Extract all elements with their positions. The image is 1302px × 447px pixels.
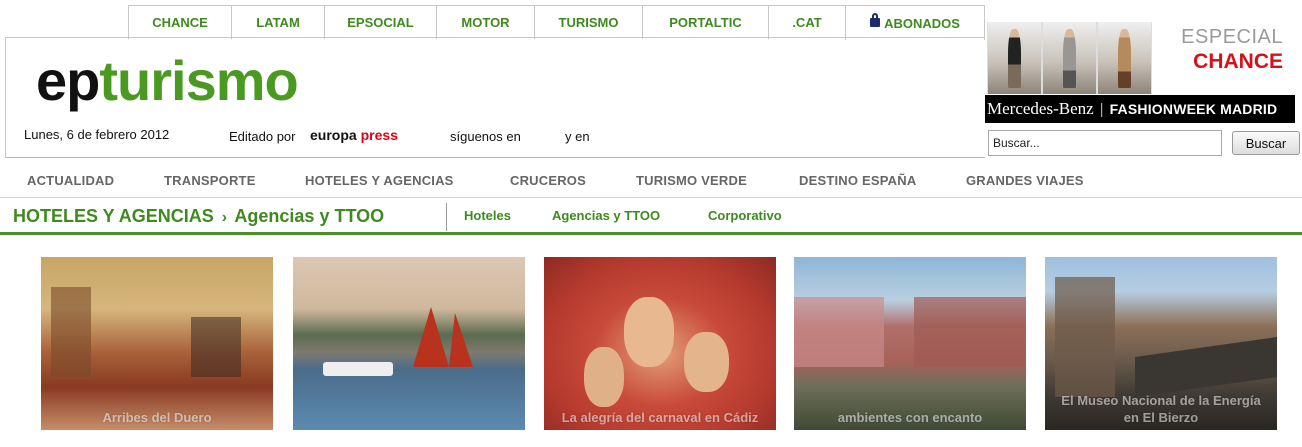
main-nav: ACTUALIDAD TRANSPORTE HOTELES Y AGENCIAS… <box>0 160 1302 198</box>
chevron-right-icon: › <box>221 209 228 226</box>
ad-especial: ESPECIAL <box>1181 26 1283 48</box>
thumbnail-ambientes[interactable]: ambientes con encanto <box>794 257 1026 430</box>
thumbnail-carnaval[interactable]: La alegría del carnaval en Cádiz <box>544 257 776 430</box>
brand-press: press <box>360 127 398 143</box>
divider <box>446 203 447 231</box>
search-input[interactable] <box>988 130 1222 156</box>
ad-separator: | <box>1099 100 1104 118</box>
nav-grandes-viajes[interactable]: GRANDES VIAJES <box>966 173 1084 188</box>
breadcrumb: HOTELES Y AGENCIAS › Agencias y TTOO <box>13 206 384 227</box>
building-shape <box>794 297 884 367</box>
nav-hoteles-agencias[interactable]: HOTELES Y AGENCIAS <box>305 173 454 188</box>
figure-shape <box>624 297 674 367</box>
tab-turismo[interactable]: TURISMO <box>534 6 642 39</box>
tab-chance[interactable]: CHANCE <box>128 6 231 39</box>
ad-event: FASHIONWEEK MADRID <box>1109 101 1278 117</box>
lock-icon <box>870 12 881 27</box>
ad-sponsor-strip: Mercedes-Benz | FASHIONWEEK MADRID <box>985 95 1295 123</box>
subnav-hoteles[interactable]: Hoteles <box>464 208 511 223</box>
nav-actualidad[interactable]: ACTUALIDAD <box>27 173 114 188</box>
thumbnail-hongkong[interactable] <box>293 257 525 430</box>
logo-turismo: turismo <box>99 49 298 112</box>
model-photo <box>1043 22 1096 94</box>
building-shape <box>914 297 1026 367</box>
site-logo[interactable]: epturismo <box>36 48 299 114</box>
figure-shape <box>684 332 729 392</box>
thumbnail-caption: La alegría del carnaval en Cádiz <box>561 410 759 425</box>
search-button[interactable]: Buscar <box>1232 131 1300 155</box>
tab-label: PORTALTIC <box>669 15 742 30</box>
tab-latam[interactable]: LATAM <box>231 6 324 39</box>
nav-transporte[interactable]: TRANSPORTE <box>164 173 256 188</box>
fireplace-shape <box>191 317 241 377</box>
tab-label: TURISMO <box>558 15 619 30</box>
ad-chance: CHANCE <box>1193 50 1283 73</box>
breadcrumb-current: Agencias y TTOO <box>234 206 385 226</box>
model-photo <box>1098 22 1151 94</box>
nav-destino-espana[interactable]: DESTINO ESPAÑA <box>799 173 916 188</box>
thumbnail-museo-energia[interactable]: El Museo Nacional de la Energía en El Bi… <box>1045 257 1277 430</box>
tab-label: EPSOCIAL <box>347 15 414 30</box>
ad-models-image <box>987 22 1152 94</box>
nav-cruceros[interactable]: CRUCEROS <box>510 173 586 188</box>
tab-label: CHANCE <box>152 15 208 30</box>
figure-shape <box>584 347 624 407</box>
and-in-label: y en <box>565 129 590 144</box>
ship-shape <box>323 362 393 376</box>
ad-sponsor: Mercedes-Benz <box>987 99 1094 118</box>
tab-cat[interactable]: .CAT <box>768 6 845 39</box>
thumbnail-caption: El Museo Nacional de la Energía en El Bi… <box>1061 393 1261 425</box>
building-shape <box>1055 277 1115 397</box>
model-photo <box>988 22 1041 94</box>
follow-us-label: síguenos en <box>450 129 521 144</box>
tab-label: LATAM <box>256 15 300 30</box>
current-date: Lunes, 6 de febrero 2012 <box>24 127 170 142</box>
breadcrumb-parent[interactable]: HOTELES Y AGENCIAS <box>13 206 214 226</box>
logo-ep: ep <box>36 49 100 112</box>
walkway-shape <box>1135 337 1277 397</box>
thumbnail-caption: ambientes con encanto <box>837 410 983 425</box>
edited-by-label: Editado por <box>229 129 296 144</box>
tab-abonados[interactable]: ABONADOS <box>845 6 985 40</box>
site-header: epturismo Lunes, 6 de febrero 2012 Edita… <box>5 37 985 158</box>
staircase-shape <box>51 287 91 377</box>
tab-epsocial[interactable]: EPSOCIAL <box>324 6 436 39</box>
subnav-agencias-ttoo[interactable]: Agencias y TTOO <box>552 208 660 223</box>
thumbnail-caption: Arribes del Duero <box>102 410 212 425</box>
thumbnail-arribes[interactable]: Arribes del Duero <box>41 257 273 430</box>
section-bar: HOTELES Y AGENCIAS › Agencias y TTOO Hot… <box>0 199 1302 235</box>
ad-banner-fashionweek[interactable]: ESPECIAL CHANCE Mercedes-Benz | FASHIONW… <box>985 20 1295 125</box>
junk-sail-shape <box>413 307 473 367</box>
tab-label: ABONADOS <box>884 15 960 31</box>
tab-label: MOTOR <box>461 15 510 30</box>
nav-turismo-verde[interactable]: TURISMO VERDE <box>636 173 747 188</box>
subnav-corporativo[interactable]: Corporativo <box>708 208 782 223</box>
top-section-tabs: CHANCE LATAM EPSOCIAL MOTOR TURISMO PORT… <box>128 5 985 40</box>
europapress-link[interactable]: europa press <box>310 127 398 143</box>
tab-label: .CAT <box>792 15 822 30</box>
tab-portaltic[interactable]: PORTALTIC <box>642 6 768 39</box>
tab-motor[interactable]: MOTOR <box>436 6 534 39</box>
brand-europa: europa <box>310 127 357 143</box>
